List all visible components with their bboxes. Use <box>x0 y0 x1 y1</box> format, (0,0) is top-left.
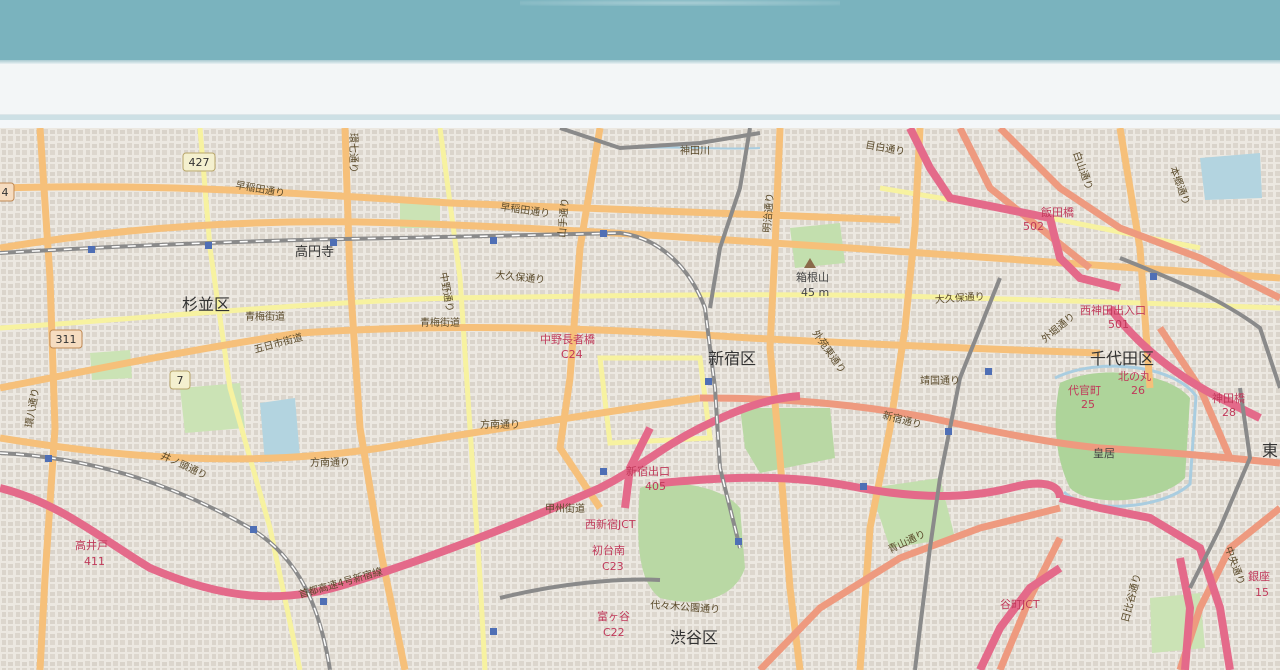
route-shield-4: 4 <box>0 182 15 202</box>
road-label: 方南通り <box>310 456 350 469</box>
ic-shinjuku-exit-code: 405 <box>645 480 666 493</box>
ic-nishishinjuku-jct: 西新宿JCT <box>585 517 636 531</box>
ic-takaido-code: 411 <box>84 555 105 568</box>
ic-nakanochojabashi-code: C24 <box>561 348 583 361</box>
road-label: 青梅街道 <box>245 310 285 323</box>
ic-tomigaya: 富ヶ谷 <box>597 609 630 623</box>
ic-kandabashi: 神田橋 <box>1212 391 1245 405</box>
ic-daikancho-code: 25 <box>1081 398 1095 411</box>
ic-iidabashi-code: 502 <box>1023 220 1044 233</box>
ic-nishikanda: 西神田出入口 <box>1080 303 1146 317</box>
route-shield-7-label: 7 <box>177 374 184 387</box>
station-koenji: 高円寺 <box>295 244 334 260</box>
ic-ginza: 銀座 <box>1248 569 1270 583</box>
ic-daikancho: 代官町 <box>1068 383 1101 397</box>
ic-nishikanda-code: 501 <box>1108 318 1129 331</box>
district-chiyoda: 千代田区 <box>1090 349 1154 368</box>
road-label: 靖国通り <box>920 374 960 387</box>
ic-tomigaya-code: C22 <box>603 626 625 639</box>
ic-shinjuku-exit: 新宿出口 <box>626 464 670 478</box>
road-label: 神田川 <box>680 144 710 157</box>
route-shield-311: 311 <box>49 329 83 349</box>
ic-kitanomaru: 北の丸 <box>1118 370 1151 383</box>
ic-ginza-code: 15 <box>1255 586 1269 599</box>
ic-takaido: 高井戸 <box>75 538 108 552</box>
route-shield-427: 427 <box>182 152 216 172</box>
poi-hakoneyama-elevation: 45 m <box>801 286 829 299</box>
map-canvas[interactable]: 427 311 7 4 早稲田通り 早稲田通り 大久保通り 大久保通り 青梅街道… <box>0 128 1280 670</box>
ic-nakanochojabashi: 中野長者橋 <box>540 332 595 346</box>
district-shinjuku: 新宿区 <box>708 349 756 368</box>
ic-kitanomaru-code: 26 <box>1131 384 1145 397</box>
ic-iidabashi: 飯田橋 <box>1041 205 1074 219</box>
map-view[interactable]: 427 311 7 4 早稲田通り 早稲田通り 大久保通り 大久保通り 青梅街道… <box>0 128 1280 670</box>
ic-kandabashi-code: 28 <box>1222 406 1236 419</box>
poi-hakoneyama-label: 箱根山 <box>796 270 829 284</box>
route-shield-4-label: 4 <box>2 186 9 199</box>
header-glow <box>520 0 840 6</box>
ic-hatsudaiminami-code: C23 <box>602 560 624 573</box>
district-higashi: 東 <box>1262 441 1278 460</box>
road-label: 方南通り <box>480 418 520 431</box>
road-label: 甲州街道 <box>545 502 585 515</box>
toolbar-divider <box>0 115 1280 120</box>
road-label: 青梅街道 <box>420 316 460 329</box>
ic-hatsudaiminami: 初台南 <box>592 543 625 557</box>
route-shield-311-label: 311 <box>56 333 77 346</box>
ic-tanimachi-jct: 谷町JCT <box>1000 598 1040 611</box>
poi-kokyo-label: 皇居 <box>1093 446 1115 460</box>
district-shibuya: 渋谷区 <box>670 628 718 647</box>
district-suginami: 杉並区 <box>182 295 230 314</box>
route-shield-7: 7 <box>169 370 191 390</box>
app-header <box>0 0 1280 60</box>
toolbar <box>0 64 1280 115</box>
route-shield-427-label: 427 <box>189 156 210 169</box>
road-label: 環七通り <box>347 133 359 173</box>
